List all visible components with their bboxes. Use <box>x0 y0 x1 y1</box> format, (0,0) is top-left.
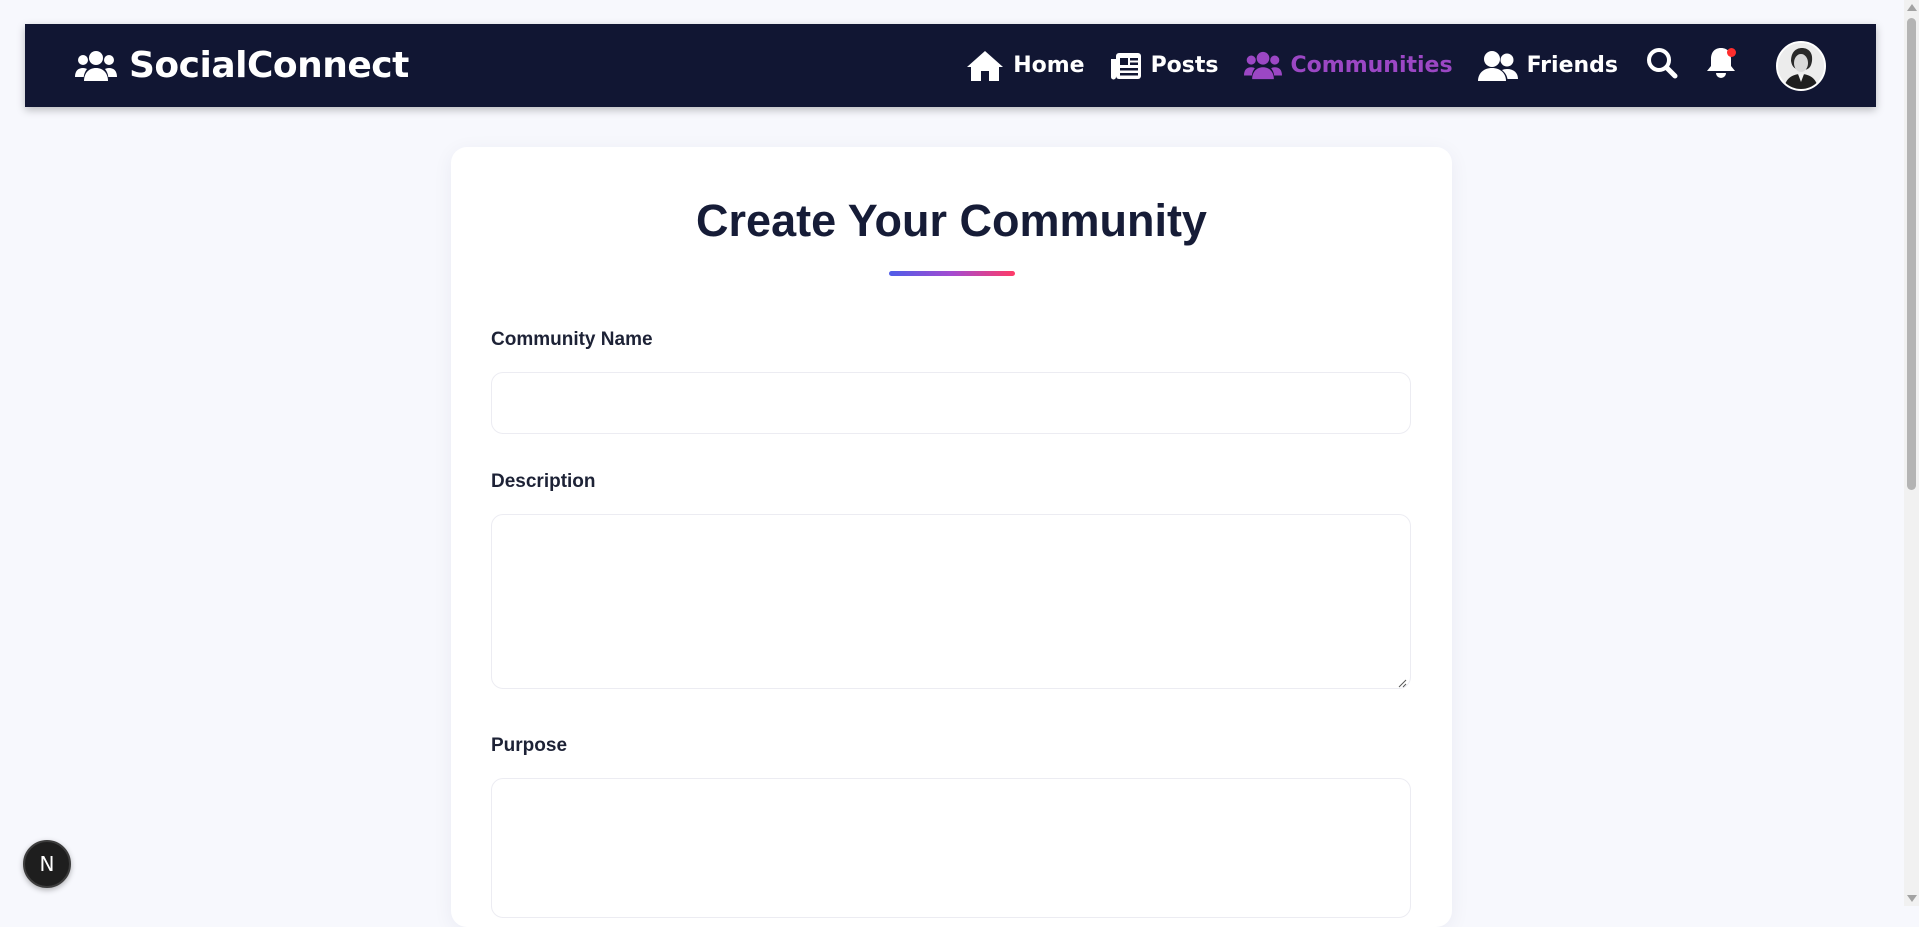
nav-label-posts: Posts <box>1150 53 1219 78</box>
page-title: Create Your Community <box>696 195 1207 246</box>
users-icon <box>75 49 117 83</box>
title-underline <box>889 271 1015 276</box>
purpose-label: Purpose <box>491 735 568 756</box>
resize-handle-icon[interactable] <box>1397 675 1407 688</box>
newspaper-icon <box>1110 51 1142 81</box>
brand-title: SocialConnect <box>129 45 409 86</box>
nav-item-home[interactable]: Home <box>966 50 1085 82</box>
top-navbar: SocialConnect Home Posts Communities Fri… <box>25 24 1876 107</box>
home-icon <box>966 50 1004 82</box>
scroll-thumb[interactable] <box>1907 18 1916 490</box>
community-name-label: Community Name <box>491 329 653 350</box>
avatar[interactable] <box>1776 40 1826 91</box>
search-button[interactable] <box>1646 47 1678 84</box>
nextjs-dev-badge[interactable]: N <box>23 840 71 888</box>
description-textarea[interactable] <box>491 514 1411 689</box>
nav-item-friends[interactable]: Friends <box>1477 50 1618 82</box>
notifications-button[interactable] <box>1706 46 1736 85</box>
description-label: Description <box>491 471 596 492</box>
nav-item-posts[interactable]: Posts <box>1110 51 1219 81</box>
notification-dot <box>1727 48 1736 57</box>
search-icon <box>1646 47 1678 84</box>
create-community-card: Create Your Community Community Name Des… <box>451 147 1452 927</box>
community-name-input[interactable] <box>491 372 1411 434</box>
purpose-textarea[interactable] <box>491 778 1411 918</box>
vertical-scrollbar[interactable] <box>1904 0 1919 906</box>
nav-label-home: Home <box>1013 53 1085 78</box>
nav-links: Home Posts Communities Friends <box>941 24 1826 107</box>
nav-label-communities: Communities <box>1290 53 1453 78</box>
scroll-up-icon[interactable] <box>1907 4 1917 11</box>
scroll-down-icon[interactable] <box>1907 895 1917 902</box>
brand-logo[interactable]: SocialConnect <box>75 24 409 107</box>
nav-label-friends: Friends <box>1526 53 1618 78</box>
user-friends-icon <box>1477 50 1518 82</box>
users-icon <box>1243 50 1282 81</box>
nav-item-communities[interactable]: Communities <box>1243 50 1453 81</box>
